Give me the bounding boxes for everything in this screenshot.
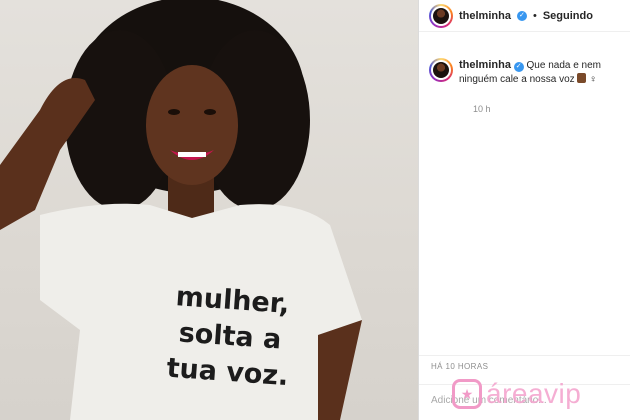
avatar[interactable] <box>429 3 453 28</box>
watermark: ★ áreavip <box>452 378 581 410</box>
post-header: thelminha ✓ • Seguindo <box>419 0 630 32</box>
watermark-text: áreavip <box>486 378 582 409</box>
posted-time[interactable]: HÁ 10 HORAS <box>431 362 488 371</box>
caption-timestamp: 10 h <box>473 104 491 114</box>
post-sidebar: thelminha ✓ • Seguindo thelminha ✓ Que n… <box>418 0 630 420</box>
caption-verified-icon: ✓ <box>513 62 524 72</box>
female-sign-icon: ♀ <box>589 74 597 85</box>
caption-username[interactable]: thelminha <box>459 59 511 71</box>
caption-avatar[interactable] <box>429 58 453 82</box>
star-icon: ★ <box>452 379 482 409</box>
follow-button[interactable]: Seguindo <box>543 10 593 22</box>
fist-emoji-icon <box>577 73 587 83</box>
shirt-text: mulher, solta a tua voz. <box>117 275 344 398</box>
caption-text-block: thelminha ✓ Que nada e nem ninguém cale … <box>459 58 625 87</box>
verified-icon: ✓ <box>516 10 527 21</box>
caption-comment: thelminha ✓ Que nada e nem ninguém cale … <box>429 58 625 87</box>
username-link[interactable]: thelminha <box>459 10 511 22</box>
separator-dot: • <box>532 9 537 22</box>
post-photo[interactable]: mulher, solta a tua voz. <box>0 0 418 420</box>
post-actions-divider <box>419 355 630 356</box>
